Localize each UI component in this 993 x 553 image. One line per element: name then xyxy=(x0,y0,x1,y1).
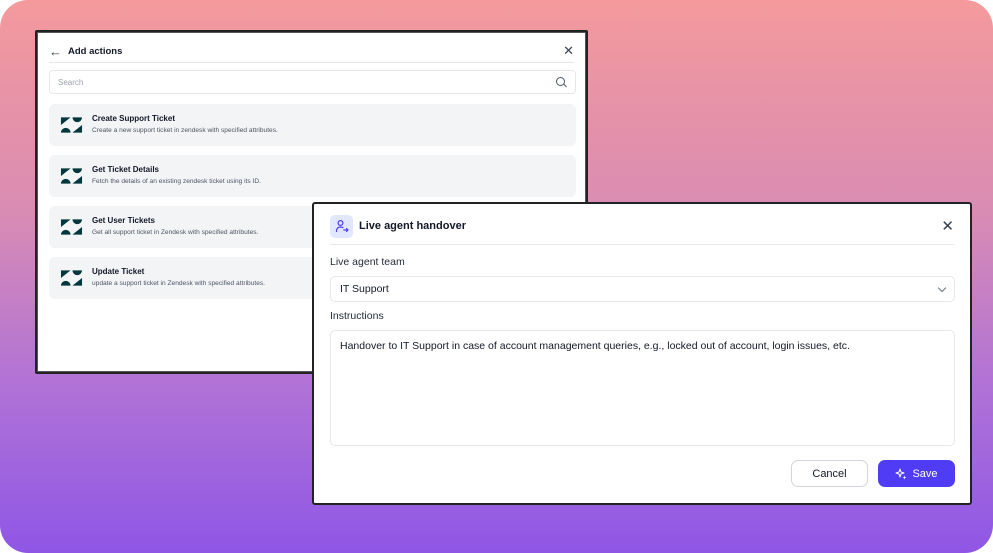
save-button[interactable]: Save xyxy=(878,460,955,487)
divider xyxy=(330,244,954,245)
cancel-button-label: Cancel xyxy=(812,467,847,480)
search-icon[interactable] xyxy=(556,76,567,88)
cancel-button[interactable]: Cancel xyxy=(791,460,868,487)
action-card-get-ticket-details[interactable]: Get Ticket Details Fetch the details of … xyxy=(49,155,576,197)
handover-title: Live agent handover xyxy=(359,220,466,232)
instructions-label: Instructions xyxy=(330,310,384,322)
sparkle-icon xyxy=(895,468,907,479)
instructions-textarea[interactable]: Handover to IT Support in case of accoun… xyxy=(330,330,955,446)
chevron-down-icon xyxy=(937,283,947,292)
action-title: Update Ticket xyxy=(92,267,145,276)
close-icon[interactable]: ✕ xyxy=(941,217,954,235)
divider xyxy=(49,62,574,63)
save-button-label: Save xyxy=(912,467,938,480)
live-agent-team-select[interactable]: IT Support xyxy=(330,276,955,302)
selected-team-value: IT Support xyxy=(340,283,389,295)
handover-header: Live agent handover ✕ xyxy=(330,214,954,238)
search-input[interactable] xyxy=(58,77,556,87)
action-title: Create Support Ticket xyxy=(92,114,175,123)
live-agent-team-label: Live agent team xyxy=(330,256,405,268)
add-actions-title: Add actions xyxy=(68,45,123,57)
action-description: Fetch the details of an existing zendesk… xyxy=(92,178,261,185)
action-description: update a support ticket in Zendesk with … xyxy=(92,280,265,287)
search-box xyxy=(49,70,576,94)
zendesk-icon xyxy=(60,270,83,286)
user-transfer-icon xyxy=(330,214,353,238)
action-card-create-support-ticket[interactable]: Create Support Ticket Create a new suppo… xyxy=(49,104,576,146)
close-icon[interactable]: ✕ xyxy=(563,43,574,59)
add-actions-header: ← Add actions ✕ xyxy=(49,40,574,62)
action-description: Create a new support ticket in zendesk w… xyxy=(92,127,278,134)
action-title: Get User Tickets xyxy=(92,216,155,225)
action-description: Get all support ticket in Zendesk with s… xyxy=(92,229,259,236)
zendesk-icon xyxy=(60,168,83,184)
action-title: Get Ticket Details xyxy=(92,165,159,174)
back-arrow-icon[interactable]: ← xyxy=(49,44,62,59)
live-agent-handover-dialog: Live agent handover ✕ Live agent team IT… xyxy=(312,202,972,505)
zendesk-icon xyxy=(60,117,83,133)
zendesk-icon xyxy=(60,219,83,235)
